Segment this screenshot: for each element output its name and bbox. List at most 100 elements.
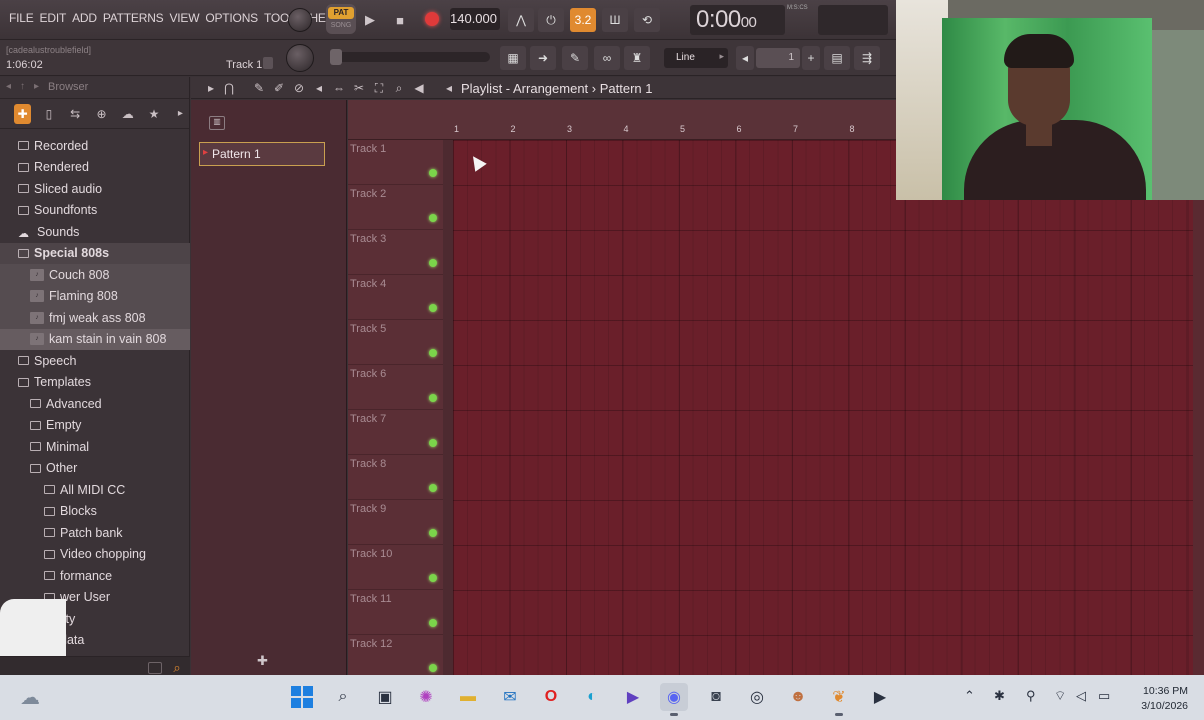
arrow-right-icon[interactable]: ➜ xyxy=(530,46,556,70)
menu-patterns[interactable]: PATTERNS xyxy=(100,11,167,25)
shuffle-icon[interactable]: ⇆ xyxy=(67,104,84,124)
pitch-knob[interactable] xyxy=(286,44,314,72)
mixer-icon[interactable]: ▤ xyxy=(824,46,850,70)
step-value-field[interactable]: 1 xyxy=(756,48,800,68)
mute-icon[interactable]: ◂ xyxy=(311,80,327,96)
menu-options[interactable]: OPTIONS xyxy=(202,11,261,25)
slip-icon[interactable]: ⇔ xyxy=(331,80,347,96)
wifi-icon[interactable]: ⌔ xyxy=(1054,688,1066,704)
playlist-menu-icon[interactable]: ▸ xyxy=(203,80,219,96)
zoom-icon[interactable]: ⌕ xyxy=(391,80,407,96)
track-mute-led[interactable] xyxy=(429,169,437,177)
document-icon[interactable]: ▯ xyxy=(40,104,57,124)
record-button[interactable] xyxy=(420,7,444,31)
track-mute-led[interactable] xyxy=(429,439,437,447)
weather-icon[interactable]: ☁ xyxy=(16,683,44,711)
track-mute-led[interactable] xyxy=(429,304,437,312)
browser-item[interactable]: Other xyxy=(0,458,190,480)
pencil-icon[interactable]: ✎ xyxy=(251,80,267,96)
link-icon[interactable]: ∞ xyxy=(594,46,620,70)
prev-arrow-icon[interactable]: ◂ xyxy=(736,46,754,70)
browser-item[interactable]: ♪ kam stain in vain 808 xyxy=(0,328,190,350)
avatar-app-icon[interactable]: ☻ xyxy=(784,683,812,711)
magnet-icon[interactable]: ⋂ xyxy=(221,80,237,96)
tempo-field[interactable]: 140.000 xyxy=(450,8,500,30)
star-icon[interactable]: ★ xyxy=(145,104,162,124)
media-player-icon[interactable]: ▶ xyxy=(866,683,894,711)
menu-view[interactable]: VIEW xyxy=(166,11,202,25)
browser-item[interactable]: Sliced audio xyxy=(0,178,190,200)
clipchamp-icon[interactable]: ▶ xyxy=(619,683,647,711)
vertical-scrollbar[interactable] xyxy=(1193,140,1204,675)
slider-handle[interactable] xyxy=(330,49,342,65)
browser-item[interactable]: ♪ Flaming 808 xyxy=(0,285,190,307)
opera-icon[interactable]: O xyxy=(537,683,565,711)
delete-icon[interactable]: ⊘ xyxy=(291,80,307,96)
browser-item[interactable]: Special 808s xyxy=(0,242,190,264)
browser-item[interactable]: Recorded xyxy=(0,135,190,157)
track-header[interactable]: Track 10 xyxy=(348,545,443,590)
bluetooth-icon[interactable]: ✱ xyxy=(994,688,1005,704)
menu-add[interactable]: ADD xyxy=(69,11,100,25)
slice-icon[interactable]: ✂ xyxy=(351,80,367,96)
discord-icon[interactable]: ◉ xyxy=(660,683,688,716)
obs-icon[interactable]: ◎ xyxy=(743,683,771,711)
browser-item[interactable]: Empty xyxy=(0,415,190,437)
pattern-item[interactable]: Pattern 1 xyxy=(199,142,325,166)
battery-icon[interactable]: ▭ xyxy=(1098,688,1110,704)
track-mute-led[interactable] xyxy=(429,484,437,492)
playback-icon[interactable]: ◀ xyxy=(411,80,427,96)
add-pattern-icon[interactable]: ✚ xyxy=(257,653,268,669)
browser-item[interactable]: ☁ Sounds xyxy=(0,221,190,243)
browser-item[interactable]: Minimal xyxy=(0,436,190,458)
playlist-grid[interactable] xyxy=(453,140,1193,675)
loop-record-icon[interactable]: ⟲ xyxy=(634,8,660,32)
track-mute-led[interactable] xyxy=(429,394,437,402)
track-header[interactable]: Track 6 xyxy=(348,365,443,410)
more-arrow-icon[interactable]: ▸ xyxy=(172,104,189,124)
track-mute-led[interactable] xyxy=(429,574,437,582)
browser-item[interactable]: Speech xyxy=(0,350,190,372)
lock-icon[interactable] xyxy=(263,57,273,69)
all-files-icon[interactable]: ✚ xyxy=(14,103,32,124)
track-mute-led[interactable] xyxy=(429,619,437,627)
track-mute-led[interactable] xyxy=(429,529,437,537)
folder-icon[interactable] xyxy=(148,662,162,674)
track-header[interactable]: Track 9 xyxy=(348,500,443,545)
volume-icon[interactable]: ◁ xyxy=(1076,688,1086,704)
microphone-icon[interactable]: ⚲ xyxy=(1026,688,1036,704)
copilot-icon[interactable]: ✺ xyxy=(412,683,440,711)
stop-button[interactable]: ■ xyxy=(388,8,412,32)
task-view-icon[interactable]: ▣ xyxy=(371,683,399,711)
track-header[interactable]: Track 3 xyxy=(348,230,443,275)
master-volume-knob[interactable] xyxy=(288,8,312,32)
metronome-icon[interactable]: ⋀ xyxy=(508,8,534,32)
piano-icon[interactable]: ▥ xyxy=(209,116,225,130)
countdown-icon[interactable]: 3.2 xyxy=(570,8,596,32)
track-header[interactable]: Track 12 xyxy=(348,635,443,680)
step-edit-icon[interactable]: Ш xyxy=(602,8,628,32)
browser-item[interactable]: Soundfonts xyxy=(0,200,190,222)
track-header[interactable]: Track 5 xyxy=(348,320,443,365)
browser-item[interactable]: formance xyxy=(0,565,190,587)
track-mute-led[interactable] xyxy=(429,349,437,357)
brush-icon[interactable]: ✎ xyxy=(562,46,588,70)
piano-roll-icon[interactable]: ▦ xyxy=(500,46,526,70)
menu-file[interactable]: FILE xyxy=(6,11,37,25)
camera-icon[interactable]: ◙ xyxy=(702,683,730,711)
outlook-icon[interactable]: ✉ xyxy=(496,683,524,711)
fl-studio-icon[interactable]: ❦ xyxy=(825,683,853,716)
add-icon[interactable]: + xyxy=(802,46,820,70)
browser-item[interactable]: Rendered xyxy=(0,157,190,179)
pat-song-toggle[interactable]: PAT SONG xyxy=(326,4,356,34)
browser-item[interactable]: Templates xyxy=(0,372,190,394)
menu-edit[interactable]: EDIT xyxy=(37,11,70,25)
snap-select[interactable]: Line xyxy=(664,48,728,68)
track-mute-led[interactable] xyxy=(429,259,437,267)
cloud-icon[interactable]: ☁ xyxy=(119,104,136,124)
nav-arrow-icon[interactable]: ◂ xyxy=(441,80,457,96)
clock[interactable]: 10:36 PM 3/10/2026 xyxy=(1134,684,1188,714)
track-header[interactable]: Track 4 xyxy=(348,275,443,320)
chevron-up-icon[interactable]: ⌃ xyxy=(964,688,975,704)
search-taskbar-icon[interactable]: ⌕ xyxy=(329,683,357,711)
